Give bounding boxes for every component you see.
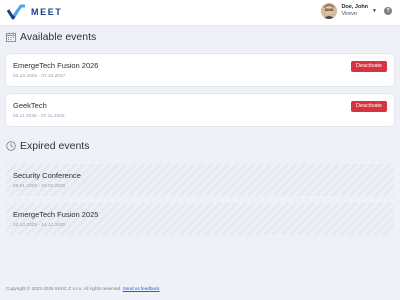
section-title: Expired events	[20, 140, 90, 152]
event-dates: 12.12.2025 - 14.12.2025	[13, 223, 66, 228]
event-dates: 29.01.2026 - 29.01.2026	[13, 184, 66, 189]
chevron-down-icon[interactable]: ▼	[372, 8, 377, 14]
section-title: Available events	[20, 31, 97, 43]
top-bar: MEET Doe, John Virevo ▼ ?	[0, 0, 400, 26]
footer: Copyright © 2022-2026 INXIC.Z s.r.o. All…	[6, 286, 160, 291]
feedback-link[interactable]: Send us feedback	[123, 286, 160, 291]
event-name: GeekTech	[13, 101, 47, 110]
expired-event-card[interactable]: EmergeTech Fusion 2025 12.12.2025 - 14.1…	[6, 203, 394, 235]
event-dates: 03.10.2026 - 07.10.2027	[13, 74, 66, 79]
deactivate-button[interactable]: Deactivate	[351, 101, 387, 112]
calendar-icon	[6, 32, 16, 42]
event-dates: 05.11.2026 - 07.11.2026	[13, 114, 65, 119]
event-name: EmergeTech Fusion 2026	[13, 61, 99, 70]
event-card[interactable]: GeekTech 05.11.2026 - 07.11.2026 Deactiv…	[6, 94, 394, 126]
user-organization: Virevo	[341, 11, 357, 17]
expired-events-heading: Expired events	[6, 140, 89, 152]
checkmark-logo-icon	[7, 4, 25, 20]
event-name: Security Conference	[13, 171, 81, 180]
user-name: Doe, John	[341, 4, 369, 10]
available-events-heading: Available events	[6, 31, 96, 43]
avatar[interactable]	[321, 3, 338, 19]
help-icon[interactable]: ?	[384, 7, 392, 15]
copyright-text: Copyright © 2022-2026 INXIC.Z s.r.o. All…	[6, 286, 122, 291]
deactivate-button[interactable]: Deactivate	[351, 61, 387, 72]
app-logo[interactable]: MEET	[7, 4, 62, 20]
logo-text: MEET	[31, 7, 63, 17]
user-info: Doe, John Virevo	[341, 4, 368, 18]
user-menu[interactable]: Doe, John Virevo ▼ ?	[321, 3, 392, 19]
event-card[interactable]: EmergeTech Fusion 2026 03.10.2026 - 07.1…	[6, 54, 394, 86]
clock-icon	[6, 141, 16, 151]
expired-event-card[interactable]: Security Conference 29.01.2026 - 29.01.2…	[6, 164, 394, 196]
event-name: EmergeTech Fusion 2025	[13, 210, 99, 219]
